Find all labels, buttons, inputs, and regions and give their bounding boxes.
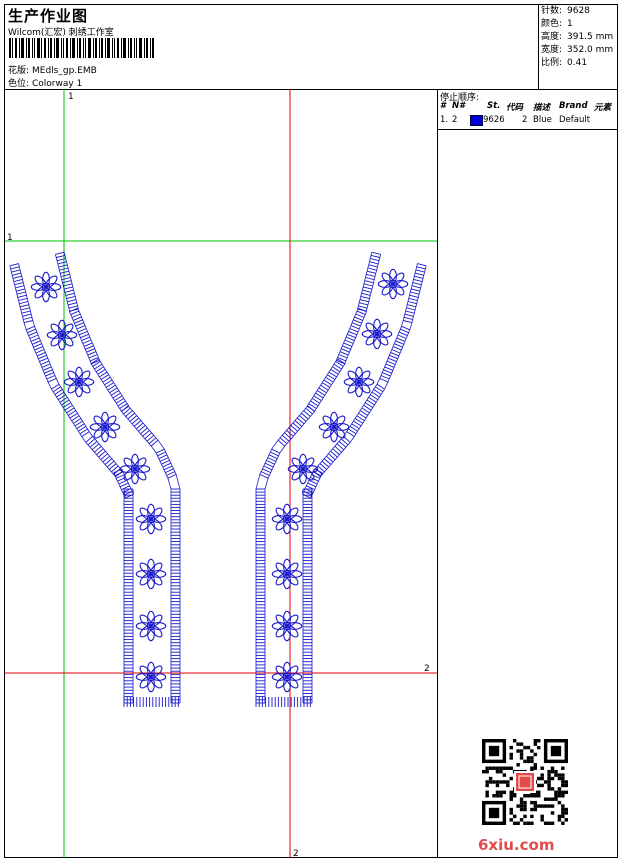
guide-label-red-h: 2: [424, 664, 430, 674]
daisy-motif: [377, 268, 409, 300]
embroidery-preview: 1 1 2 2: [5, 89, 437, 859]
page-title: 生产作业图: [8, 7, 89, 25]
colorway-value: Colorway 1: [32, 79, 83, 89]
daisy-motif: [271, 610, 303, 642]
stat-value: 1: [567, 19, 573, 29]
stop-sequence-header: # N# St. 代码 描述 Brand 元素: [438, 101, 618, 114]
daisy-motif: [46, 319, 78, 351]
satin-cap: [255, 697, 311, 707]
row-stitches: 9626: [483, 115, 505, 125]
table-divider: [438, 129, 618, 130]
left-strap: [9, 251, 181, 707]
right-strap: [255, 251, 427, 707]
embroidery-design: [9, 251, 427, 707]
stop-sequence-panel: 停止顺序: # N# St. 代码 描述 Brand 元素 1. 2 9626 …: [437, 89, 618, 858]
daisy-motif: [63, 366, 95, 398]
production-worksheet: 生产作业图 Wilcom(汇宏) 刺绣工作室 花版: MEdls_gp.EMB …: [4, 4, 618, 859]
colorway-row: 色位: Colorway 1: [8, 76, 82, 89]
stat-value: 0.41: [567, 58, 588, 68]
daisy-motif: [361, 318, 393, 350]
daisy-motif: [30, 271, 62, 303]
daisy-motif: [271, 558, 303, 590]
stat-scale: 比例: 0.41: [539, 57, 618, 70]
col-code: 代码: [506, 103, 524, 113]
daisy-motif: [135, 661, 167, 693]
row-index: 1.: [440, 115, 449, 125]
daisy-motif: [287, 453, 319, 485]
satin-edge: [302, 263, 427, 704]
colorway-label: 色位:: [8, 79, 30, 89]
col-needle: N#: [452, 101, 466, 111]
row-brand: Default: [559, 115, 591, 125]
daisy-motif: [135, 610, 167, 642]
design-canvas[interactable]: 1 1 2 2: [5, 89, 437, 859]
qr-code-icon: [482, 739, 568, 825]
guide-label-red-v: 2: [293, 849, 299, 858]
stat-value: 391.5 mm: [567, 32, 614, 42]
stop-sequence-row[interactable]: 1. 2 9626 2 Blue Default: [438, 115, 618, 128]
daisy-motif: [318, 411, 350, 443]
row-description: Blue: [533, 115, 552, 125]
stats-panel: 针数: 9628 颜色: 1 高度: 391.5 mm 宽度: 352.0 mm 比例:…: [538, 5, 618, 89]
col-index: #: [440, 101, 446, 111]
satin-cap: [123, 697, 179, 707]
col-stitches: St.: [487, 101, 501, 111]
watermark-text: 6xiu.com: [478, 836, 555, 854]
guide-label-green-v: 1: [68, 92, 74, 102]
stat-value: 9628: [567, 6, 590, 16]
barcode-icon: [9, 38, 154, 58]
row-code: 2: [522, 115, 528, 125]
daisy-motif: [135, 503, 167, 535]
stat-label: 针数:: [541, 6, 563, 16]
stat-label: 颜色:: [541, 19, 563, 29]
thread-color-swatch: [470, 115, 483, 126]
worksheet-header: 生产作业图 Wilcom(汇宏) 刺绣工作室 花版: MEdls_gp.EMB …: [5, 5, 617, 90]
stat-label: 高度:: [541, 32, 563, 42]
daisy-motif: [271, 503, 303, 535]
daisy-motif: [271, 661, 303, 693]
guide-label-green-h: 1: [7, 233, 13, 243]
stat-colors: 颜色: 1: [539, 18, 618, 31]
col-description: 描述: [533, 103, 551, 113]
col-brand: Brand: [559, 101, 588, 111]
design-file-row: 花版: MEdls_gp.EMB: [8, 63, 97, 76]
company-name: Wilcom(汇宏) 刺绣工作室: [8, 28, 114, 38]
daisy-motif: [135, 558, 167, 590]
daisy-motif: [119, 453, 151, 485]
stat-height: 高度: 391.5 mm: [539, 31, 618, 44]
daisy-motif: [89, 411, 121, 443]
design-file-value: MEdls_gp.EMB: [32, 66, 97, 76]
stat-label: 比例:: [541, 58, 563, 68]
row-needle: 2: [452, 115, 458, 125]
design-file-label: 花版:: [8, 66, 30, 76]
stat-value: 352.0 mm: [567, 45, 614, 55]
stat-width: 宽度: 352.0 mm: [539, 44, 618, 57]
col-element: 元素: [594, 103, 612, 113]
daisy-motif: [343, 366, 375, 398]
stat-label: 宽度:: [541, 45, 563, 55]
stat-stitches: 针数: 9628: [539, 5, 618, 18]
